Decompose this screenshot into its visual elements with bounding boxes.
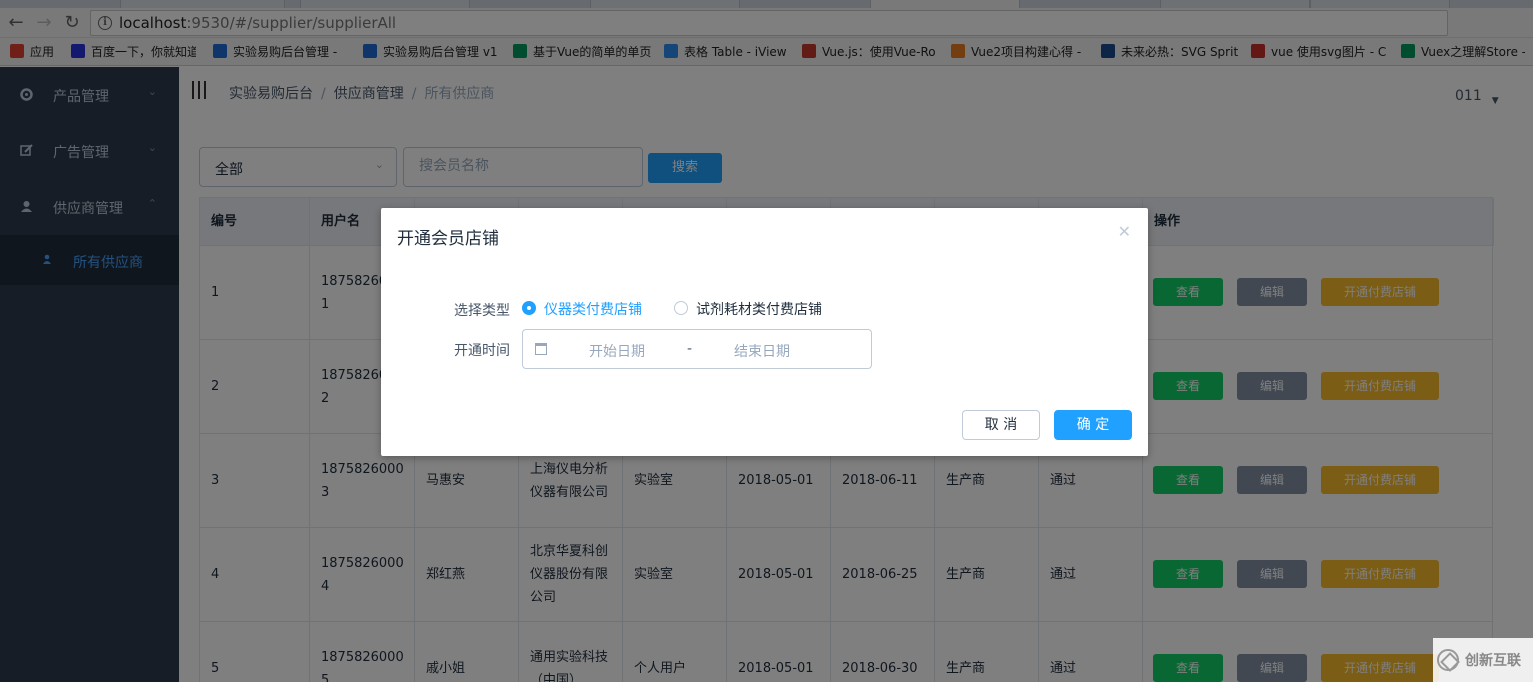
- confirm-button[interactable]: 确 定: [1054, 410, 1132, 440]
- range-separator: -: [687, 341, 693, 357]
- open-store-dialog: 开通会员店铺 ✕ 选择类型 仪器类付费店铺 试剂耗材类付费店铺 开通时间 开始日…: [381, 208, 1148, 456]
- radio-label[interactable]: 试剂耗材类付费店铺: [696, 299, 822, 319]
- close-icon[interactable]: ✕: [1118, 222, 1131, 241]
- calendar-icon: [535, 343, 547, 355]
- date-range-picker[interactable]: 开始日期 - 结束日期: [522, 329, 872, 369]
- radio-label[interactable]: 仪器类付费店铺: [544, 299, 642, 319]
- time-label: 开通时间: [454, 343, 510, 359]
- start-date-input[interactable]: 开始日期: [589, 341, 645, 361]
- watermark-text: 创新互联: [1465, 653, 1521, 669]
- radio-dot[interactable]: [522, 301, 536, 315]
- end-date-input[interactable]: 结束日期: [734, 341, 790, 361]
- cancel-button[interactable]: 取 消: [962, 410, 1040, 440]
- watermark: 创新互联: [1433, 638, 1533, 682]
- radio-dot[interactable]: [674, 301, 688, 315]
- watermark-logo-icon: [1437, 649, 1459, 671]
- type-label: 选择类型: [454, 303, 510, 319]
- dialog-title: 开通会员店铺: [397, 229, 499, 249]
